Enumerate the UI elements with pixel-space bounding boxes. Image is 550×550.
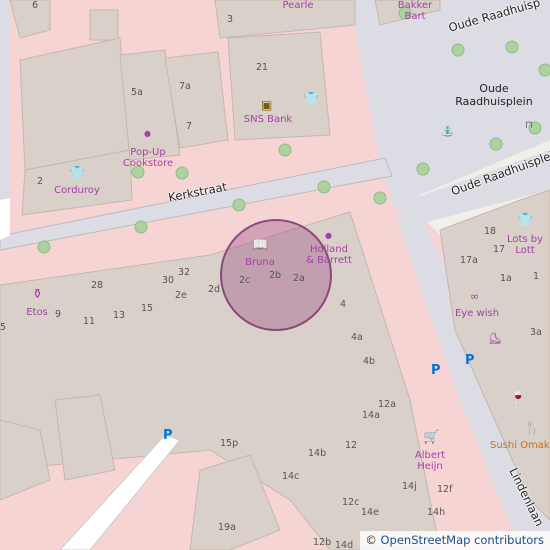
housenumber: 11	[83, 316, 96, 327]
housenumber: 14a	[362, 410, 380, 421]
poi-sushi-omakase[interactable]: Sushi Omak	[490, 440, 550, 451]
poi-bakker-bart-line2: Bart	[404, 11, 426, 22]
housenumber: 4a	[351, 332, 363, 343]
poi-pop-up-cookstore[interactable]: Pop-Up Cookstore	[115, 147, 181, 169]
housenumber: 32	[178, 267, 191, 278]
poi-holland-barrett[interactable]: Holland & Barrett	[302, 244, 356, 266]
housenumber: 2c	[239, 275, 251, 286]
shoe-shop-icon: ⛸	[488, 332, 502, 345]
optician-icon: ∞	[470, 290, 480, 303]
poi-lots-by-lott[interactable]: Lots by Lott	[505, 234, 545, 256]
bank-icon: ▣	[261, 98, 273, 112]
poi-corduroy[interactable]: Corduroy	[50, 185, 104, 196]
housenumber: 2e	[175, 290, 187, 301]
supermarket-icon: 🛒	[423, 430, 440, 445]
housenumber: 2d	[208, 284, 221, 295]
poi-popup-line1: Pop-Up	[130, 147, 166, 158]
housenumber: 7	[186, 121, 193, 132]
square-label: Oude Raadhuisplein	[454, 82, 534, 108]
poi-popup-line2: Cookstore	[122, 158, 174, 169]
poi-eye-wish[interactable]: Eye wish	[452, 308, 502, 319]
poi-albert-heijn[interactable]: Albert Heijn	[408, 450, 452, 472]
housenumber: 18	[484, 226, 497, 237]
poi-bruna[interactable]: Bruna	[240, 257, 280, 268]
housenumber: 12a	[378, 399, 396, 410]
book-shop-icon: 📖	[252, 238, 269, 253]
housenumber: 19a	[218, 522, 236, 533]
housenumber: 12	[345, 440, 358, 451]
wine-shop-icon: 🍷	[510, 391, 527, 406]
shop-dot-icon: ●	[325, 231, 332, 240]
housenumber: 1a	[500, 273, 512, 284]
housenumber: 1	[533, 271, 540, 282]
housenumber: 3a	[530, 327, 542, 338]
poi-albert-line2: Heijn	[417, 461, 443, 472]
chemist-icon: ⚱	[32, 287, 43, 302]
housenumber: 4b	[363, 356, 376, 367]
map-attribution: © OpenStreetMap contributors	[360, 531, 550, 550]
housenumber: 6	[32, 0, 39, 11]
housenumber: 14h	[427, 507, 446, 518]
poi-bakker-bart-line1: Bakker	[397, 0, 433, 11]
housenumber: 14b	[308, 448, 327, 459]
housenumber: 28	[91, 280, 104, 291]
housenumber: 2b	[269, 270, 282, 281]
housenumber: 14c	[282, 471, 300, 482]
housenumber: 3	[227, 14, 234, 25]
bench-icon: ⊓	[525, 120, 533, 131]
housenumber: 14j	[402, 481, 417, 492]
housenumber: 5	[0, 322, 7, 333]
bicycle-parking-icon: P	[465, 353, 475, 368]
housenumber: 17a	[460, 255, 478, 266]
fountain-icon: ⛲	[440, 123, 455, 137]
housenumber: 14d	[335, 540, 354, 550]
poi-sns-bank[interactable]: SNS Bank	[238, 114, 298, 125]
housenumber: 15	[141, 303, 154, 314]
housenumber: 4	[340, 299, 347, 310]
clothes-shop-icon: 👕	[303, 92, 320, 107]
housenumber: 13	[113, 310, 126, 321]
poi-pearle[interactable]: Pearle	[278, 0, 318, 11]
housenumber: 14e	[361, 507, 379, 518]
housenumber: 15p	[220, 438, 239, 449]
bicycle-parking-icon: P	[431, 363, 441, 378]
housenumber: 12b	[313, 537, 332, 548]
housenumber: 9	[55, 309, 62, 320]
restaurant-icon: 🍴	[524, 421, 541, 436]
clothes-shop-icon: 👕	[517, 213, 534, 228]
poi-holland-line1: Holland	[309, 244, 348, 255]
housenumber: 12c	[342, 497, 360, 508]
housenumber: 5a	[131, 87, 143, 98]
osm-contributors-link[interactable]: OpenStreetMap contributors	[380, 533, 544, 547]
poi-bakker-bart[interactable]: Bakker Bart	[395, 0, 435, 22]
poi-holland-line2: & Barrett	[306, 255, 352, 266]
housenumber: 21	[256, 62, 269, 73]
map-canvas[interactable]: Kerkstraat Oude Raadhuisp Oude Raadhuisp…	[0, 0, 550, 550]
poi-lots-line1: Lots by	[506, 234, 544, 245]
poi-etos[interactable]: Etos	[22, 307, 52, 318]
square-label-line2: Raadhuisplein	[455, 95, 533, 108]
poi-albert-line1: Albert	[414, 450, 446, 461]
copyright-symbol: ©	[365, 533, 377, 547]
housenumber: 7a	[179, 81, 191, 92]
housenumber: 2a	[293, 273, 305, 284]
parking-entrance-icon: P	[163, 428, 173, 443]
housenumber: 2	[37, 176, 44, 187]
housenumber: 30	[162, 275, 175, 286]
housenumber: 12f	[437, 484, 453, 495]
poi-lots-line2: Lott	[515, 245, 535, 256]
shop-dot-icon: ●	[144, 129, 151, 138]
housenumber: 17	[493, 244, 506, 255]
square-label-line1: Oude	[479, 82, 509, 95]
clothes-shop-icon: 👕	[69, 166, 86, 181]
